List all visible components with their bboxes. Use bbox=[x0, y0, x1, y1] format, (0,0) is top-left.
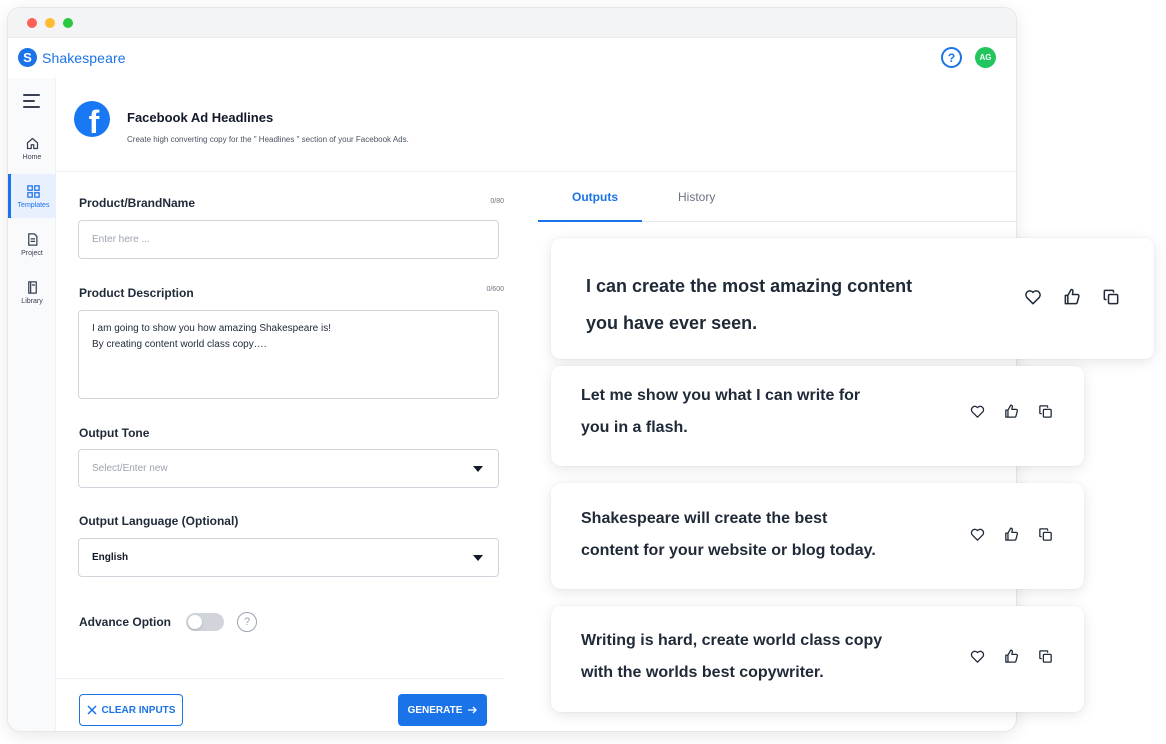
copy-icon[interactable] bbox=[1037, 526, 1054, 543]
generate-button[interactable]: GENERATE bbox=[398, 694, 487, 726]
advance-option-toggle[interactable] bbox=[186, 613, 224, 631]
sidebar-item-home[interactable]: Home bbox=[8, 126, 56, 170]
sidebar-item-label: Home bbox=[22, 153, 42, 161]
form-footer-divider bbox=[56, 678, 504, 679]
generate-label: GENERATE bbox=[407, 704, 463, 716]
template-header: f Facebook Ad Headlines Create high conv… bbox=[56, 78, 1016, 172]
clear-inputs-label: CLEAR INPUTS bbox=[101, 704, 176, 716]
heart-icon[interactable] bbox=[969, 648, 986, 665]
output-card[interactable]: Shakespeare will create the best content… bbox=[551, 483, 1084, 589]
output-card[interactable]: Let me show you what I can write for you… bbox=[551, 366, 1084, 466]
output-text: Shakespeare will create the best content… bbox=[581, 510, 876, 559]
product-name-counter: 0/80 bbox=[490, 198, 504, 205]
advance-option-label: Advance Option bbox=[79, 615, 172, 629]
minimize-window-button[interactable] bbox=[45, 18, 55, 28]
output-actions bbox=[969, 526, 1054, 543]
heart-icon[interactable] bbox=[1023, 287, 1043, 307]
heart-icon[interactable] bbox=[969, 403, 986, 420]
thumbs-up-icon[interactable] bbox=[1003, 526, 1020, 543]
user-avatar[interactable]: AG bbox=[975, 47, 996, 68]
page-title: Facebook Ad Headlines bbox=[127, 110, 274, 125]
sidebar-item-label: Project bbox=[21, 249, 43, 257]
question-icon[interactable]: ? bbox=[237, 612, 257, 632]
output-card[interactable]: Writing is hard, create world class copy… bbox=[551, 606, 1084, 712]
tab-outputs[interactable]: Outputs bbox=[572, 190, 618, 204]
product-name-input[interactable] bbox=[78, 220, 499, 259]
output-text: I can create the most amazing content yo… bbox=[586, 276, 913, 333]
home-icon bbox=[26, 137, 38, 149]
app-name: Shakespeare bbox=[42, 49, 126, 66]
product-description-counter: 0/600 bbox=[486, 286, 504, 293]
output-tone-label: Output Tone bbox=[79, 426, 150, 440]
output-text: Writing is hard, create world class copy… bbox=[581, 632, 883, 681]
hamburger-menu-icon[interactable] bbox=[23, 94, 40, 112]
sidebar-item-project[interactable]: Project bbox=[8, 222, 56, 266]
output-actions bbox=[1023, 287, 1121, 307]
grid-icon bbox=[27, 184, 40, 198]
sidebar: Home Templates Project Library bbox=[8, 78, 56, 731]
thumbs-up-icon[interactable] bbox=[1003, 403, 1020, 420]
sidebar-item-label: Templates bbox=[17, 201, 50, 209]
tab-history[interactable]: History bbox=[678, 190, 715, 204]
output-actions bbox=[969, 648, 1054, 665]
app-logo[interactable]: S Shakespeare bbox=[18, 48, 126, 67]
sidebar-item-templates[interactable]: Templates bbox=[8, 174, 56, 218]
output-tone-placeholder: Select/Enter new bbox=[92, 463, 168, 474]
app-bar: S Shakespeare ? AG bbox=[8, 38, 1016, 78]
output-language-select[interactable]: English bbox=[78, 538, 499, 577]
copy-icon[interactable] bbox=[1101, 287, 1121, 307]
heart-icon[interactable] bbox=[969, 526, 986, 543]
product-name-label: Product/BrandName bbox=[79, 196, 196, 210]
thumbs-up-icon[interactable] bbox=[1003, 648, 1020, 665]
sidebar-item-label: Library bbox=[21, 297, 43, 305]
product-description-label: Product Description bbox=[79, 286, 194, 300]
output-language-value: English bbox=[92, 552, 129, 563]
output-actions bbox=[969, 403, 1054, 420]
copy-icon[interactable] bbox=[1037, 648, 1054, 665]
product-description-input[interactable] bbox=[78, 310, 499, 399]
arrow-right-icon bbox=[468, 706, 478, 714]
output-tabs: Outputs History bbox=[538, 172, 1016, 222]
output-language-label: Output Language (Optional) bbox=[79, 514, 239, 528]
output-card[interactable]: I can create the most amazing content yo… bbox=[551, 238, 1154, 359]
book-icon bbox=[27, 280, 37, 294]
caret-down-icon bbox=[473, 555, 483, 561]
document-icon bbox=[27, 232, 37, 246]
clear-inputs-button[interactable]: CLEAR INPUTS bbox=[79, 694, 183, 726]
close-icon bbox=[87, 705, 97, 715]
output-tone-select[interactable]: Select/Enter new bbox=[78, 449, 499, 488]
facebook-icon: f bbox=[74, 101, 110, 137]
sidebar-item-library[interactable]: Library bbox=[8, 270, 56, 314]
logo-mark-icon: S bbox=[18, 48, 37, 67]
thumbs-up-icon[interactable] bbox=[1062, 287, 1082, 307]
help-icon[interactable]: ? bbox=[941, 47, 962, 68]
active-tab-indicator bbox=[538, 220, 642, 222]
title-bar bbox=[8, 8, 1016, 38]
output-text: Let me show you what I can write for you… bbox=[581, 387, 861, 436]
close-window-button[interactable] bbox=[27, 18, 37, 28]
input-form: Product/BrandName 0/80 Product Descripti… bbox=[56, 172, 504, 731]
copy-icon[interactable] bbox=[1037, 403, 1054, 420]
maximize-window-button[interactable] bbox=[63, 18, 73, 28]
page-subtitle: Create high converting copy for the " He… bbox=[127, 135, 409, 144]
caret-down-icon bbox=[473, 466, 483, 472]
